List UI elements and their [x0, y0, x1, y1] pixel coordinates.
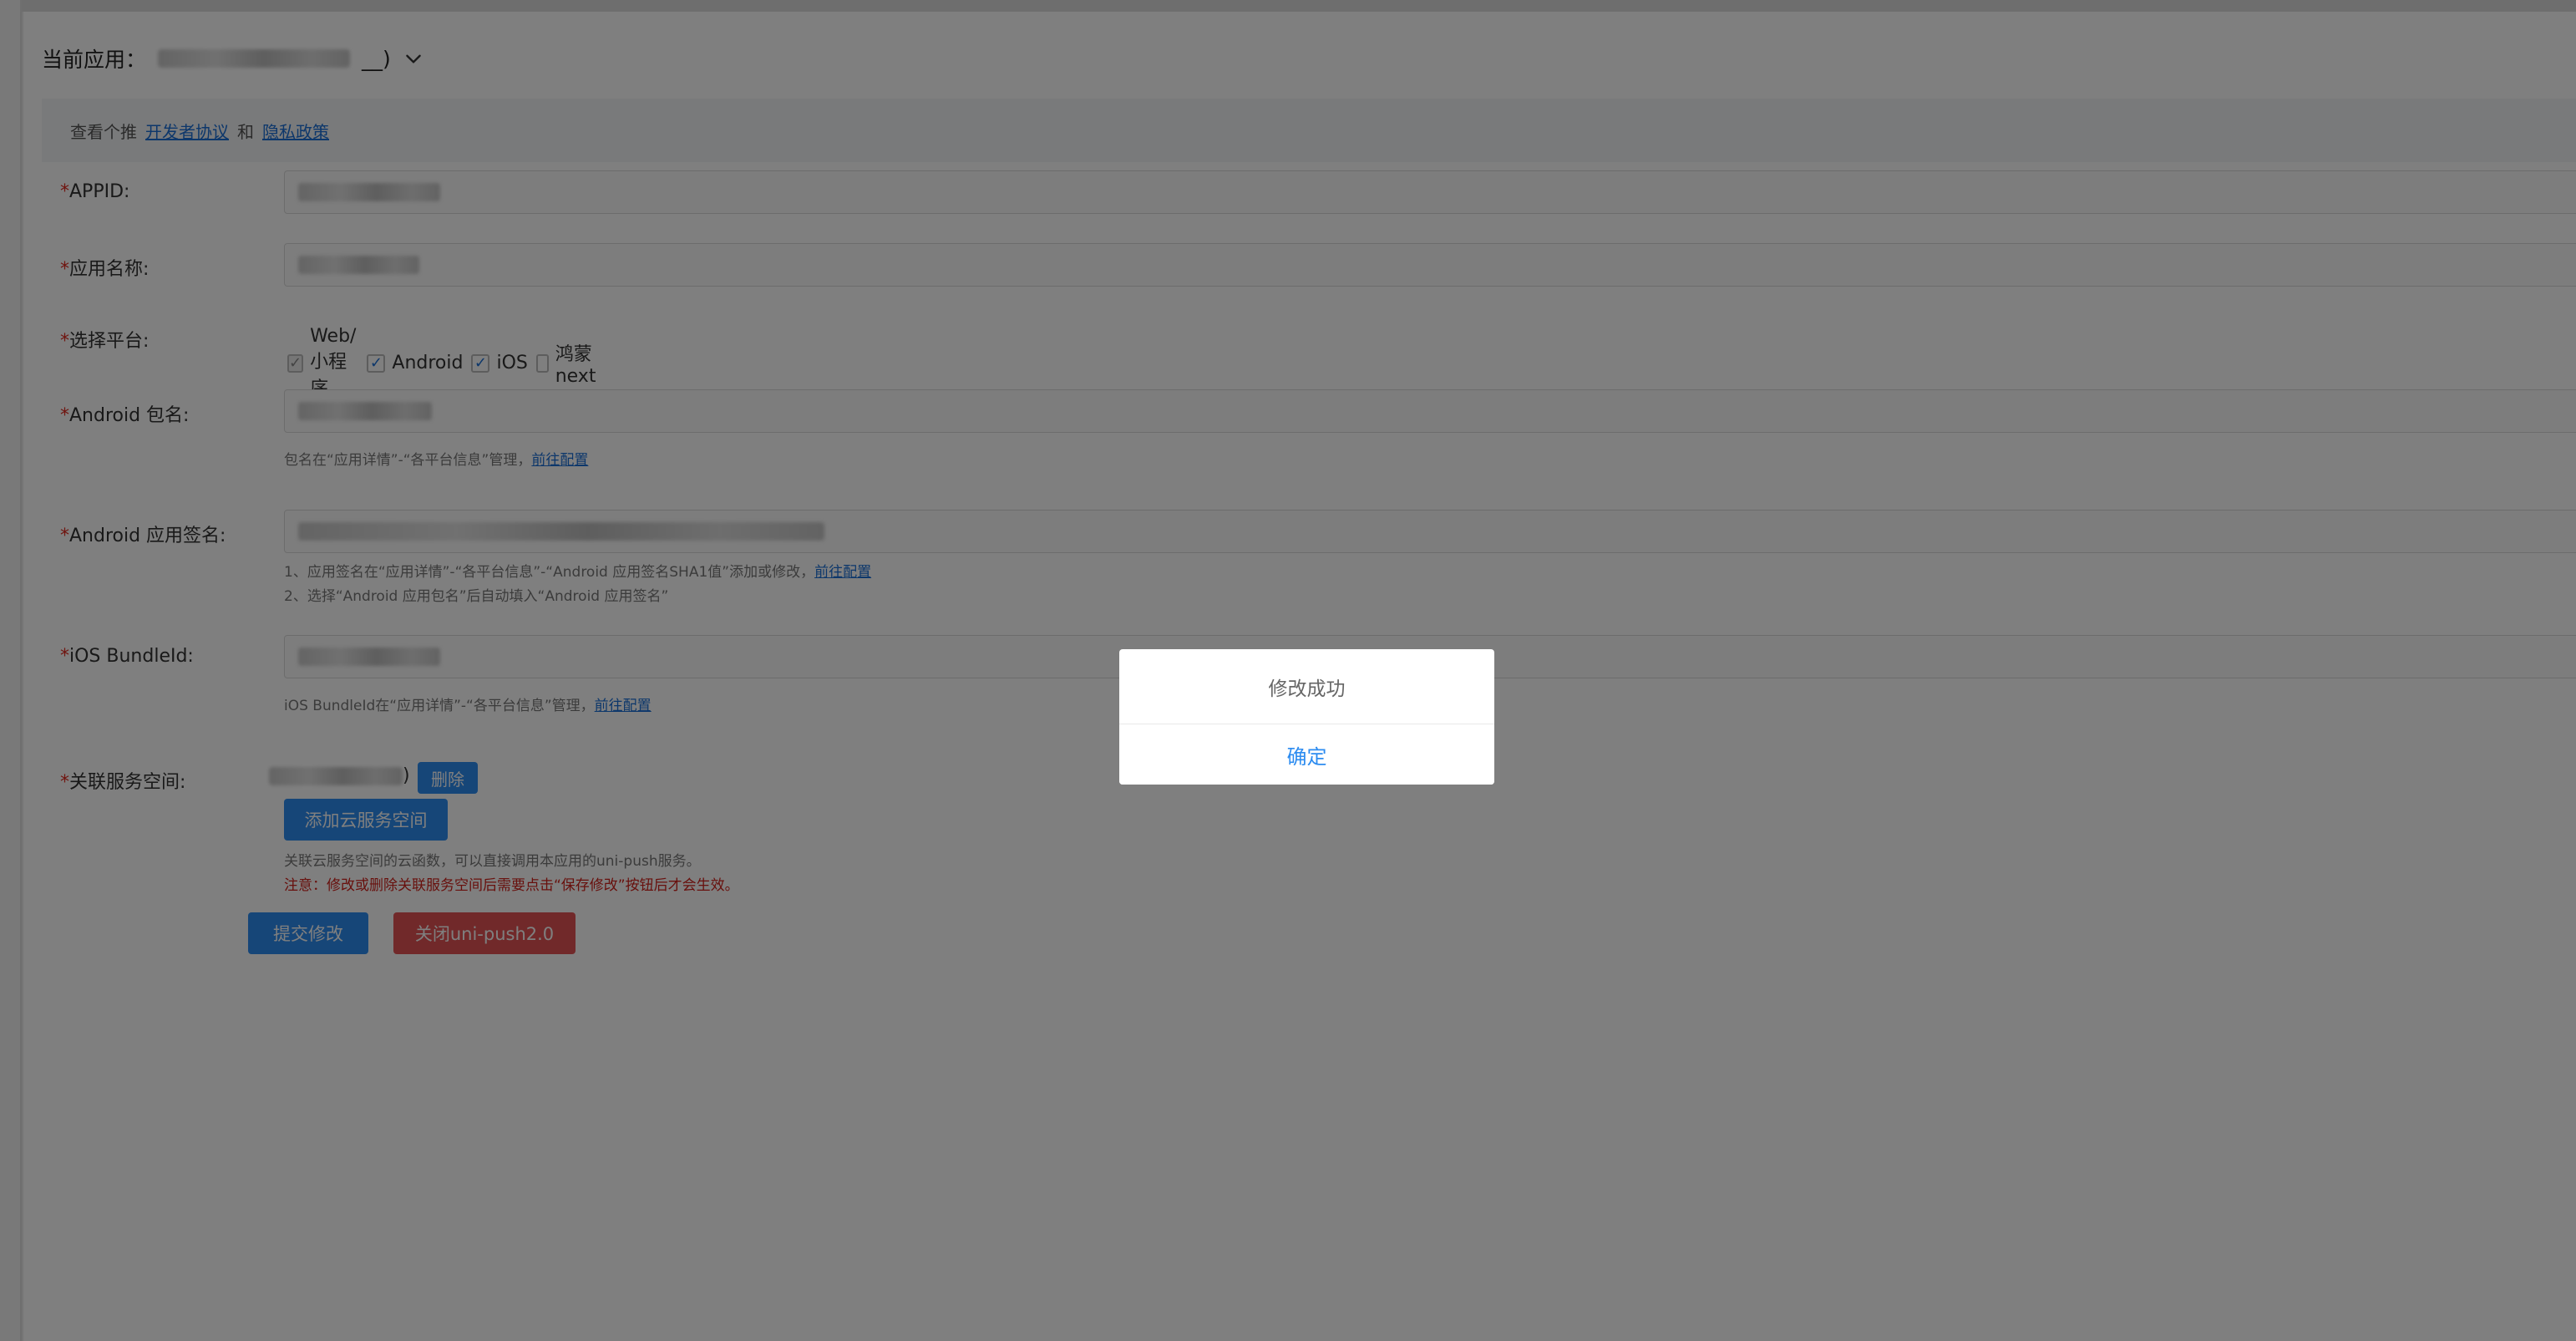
- modal-message: 修改成功: [1119, 649, 1494, 724]
- success-modal: 修改成功 确定: [1119, 649, 1494, 785]
- modal-confirm-button[interactable]: 确定: [1119, 724, 1494, 785]
